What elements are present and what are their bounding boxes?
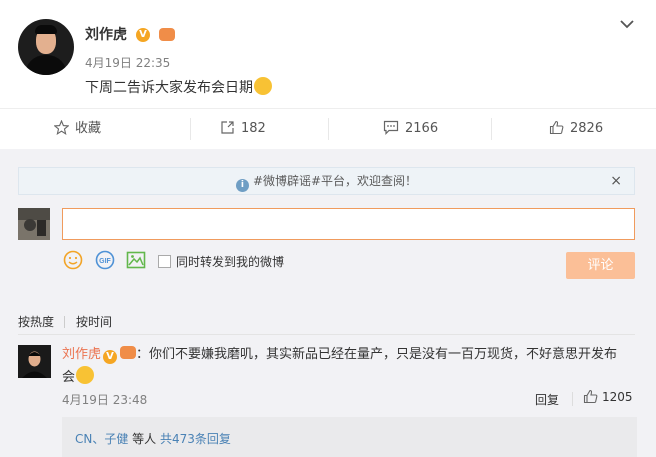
- repost-checkbox[interactable]: [158, 255, 171, 268]
- thumbs-up-icon: [583, 389, 598, 404]
- close-icon[interactable]: ×: [610, 168, 622, 194]
- comment-author[interactable]: 刘作虎: [62, 347, 101, 362]
- rumor-notice-banner: i #微博辟谣#平台，欢迎查阅！ ×: [18, 167, 635, 195]
- smile-emoji-icon: [76, 366, 95, 384]
- repost-checkbox-label[interactable]: 同时转发到我的微博: [176, 253, 284, 270]
- post-text: 下周二告诉大家发布会日期: [85, 77, 272, 97]
- emoji-icon[interactable]: [63, 250, 83, 270]
- comment-timestamp: 4月19日 23:48: [62, 393, 148, 407]
- star-icon: [53, 119, 70, 135]
- reply-button[interactable]: 回复: [535, 391, 559, 408]
- comment-bubble-icon: [383, 120, 399, 135]
- vip-crown-icon[interactable]: [158, 28, 175, 41]
- comment-text-cont: 会: [62, 370, 76, 385]
- verified-v-icon[interactable]: V: [103, 350, 118, 364]
- thumbs-up-icon: [549, 120, 564, 135]
- author-avatar[interactable]: [18, 19, 74, 75]
- gif-icon[interactable]: GIF: [95, 250, 115, 270]
- notice-text[interactable]: #微博辟谣#平台，欢迎查阅！: [253, 174, 417, 188]
- chevron-down-icon[interactable]: [619, 17, 635, 31]
- replies-suffix: 等人: [128, 432, 160, 446]
- submit-comment-button[interactable]: 评论: [566, 252, 635, 279]
- post-text-content: 下周二告诉大家发布会日期: [85, 80, 253, 96]
- comment-like-button[interactable]: 1205: [583, 389, 633, 404]
- post-timestamp[interactable]: 4月19日 22:35: [85, 54, 170, 71]
- repost-button[interactable]: 182: [220, 109, 266, 149]
- comment-input[interactable]: [62, 208, 635, 240]
- replies-summary: CN、子健 等人 共473条回复: [62, 417, 637, 457]
- sort-by-time-tab[interactable]: 按时间: [76, 315, 112, 329]
- action-bar: 收藏 182 2166 2826: [0, 108, 656, 150]
- weibo-post: 刘作虎 V 4月19日 22:35 下周二告诉大家发布会日期: [0, 0, 656, 108]
- like-count: 2826: [570, 121, 604, 136]
- current-user-avatar[interactable]: [18, 208, 50, 240]
- repost-icon: [221, 121, 234, 134]
- author-name[interactable]: 刘作虎: [85, 24, 127, 44]
- author-badges: V: [136, 27, 180, 42]
- favorite-label: 收藏: [75, 121, 102, 136]
- svg-text:GIF: GIF: [99, 258, 111, 265]
- like-button[interactable]: 2826: [549, 109, 603, 149]
- commenter-avatar[interactable]: [18, 345, 51, 378]
- comment-count: 2166: [405, 121, 439, 136]
- comments-section: [0, 149, 656, 457]
- favorite-button[interactable]: 收藏: [53, 109, 102, 149]
- comment-text: ：你们不要嫌我磨叽，其实新品已经在量产，只是没有一百万现货，不好意思开发布: [136, 347, 618, 362]
- comment-like-count: 1205: [602, 390, 633, 404]
- view-all-replies-link[interactable]: 共473条回复: [160, 432, 231, 446]
- comment-item: 刘作虎 V ：你们不要嫌我磨叽，其实新品已经在量产，只是没有一百万现货，不好意思开发…: [62, 344, 637, 389]
- vip-crown-icon[interactable]: [120, 346, 137, 359]
- image-icon[interactable]: [126, 250, 146, 270]
- sort-tabs: 按热度 按时间: [18, 313, 122, 330]
- reply-user-names[interactable]: CN、子健: [75, 432, 128, 446]
- repost-count: 182: [241, 121, 266, 136]
- info-icon: i: [235, 179, 249, 192]
- thinking-emoji-icon: [254, 77, 272, 95]
- divider: [18, 334, 635, 335]
- verified-v-icon[interactable]: V: [136, 27, 150, 42]
- sort-by-hot-tab[interactable]: 按热度: [18, 315, 54, 329]
- comment-button[interactable]: 2166: [383, 109, 438, 149]
